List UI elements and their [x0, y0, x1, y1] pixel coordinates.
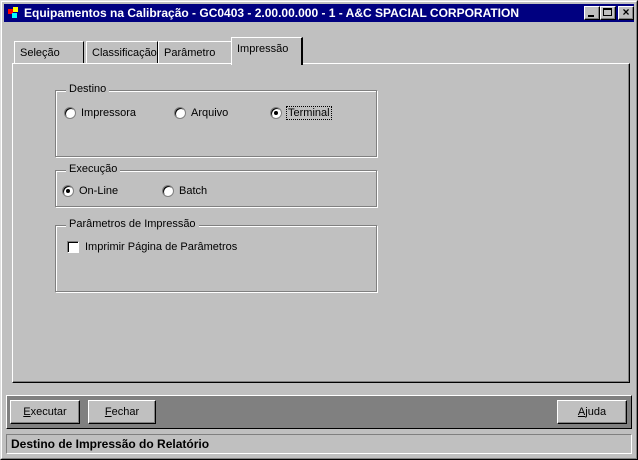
button-label: echar	[111, 406, 140, 418]
minimize-icon	[588, 15, 594, 17]
parametros-label: Parâmetros de Impressão	[66, 218, 199, 230]
tab-impressao[interactable]: Impressão	[231, 37, 303, 65]
tab-parametro[interactable]: Parâmetro	[158, 41, 233, 63]
radio-label: On-Line	[79, 185, 119, 197]
tab-classificacao[interactable]: Classificação	[86, 41, 158, 63]
imprimir-parametros-checkbox[interactable]: Imprimir Página de Parâmetros	[67, 241, 237, 253]
checkbox-box	[67, 241, 79, 253]
radio-circle	[270, 107, 282, 119]
maximize-button[interactable]	[600, 6, 616, 20]
radio-circle	[62, 185, 74, 197]
mnemonic: F	[104, 406, 112, 418]
radio-selected-dot	[274, 111, 278, 115]
radio-impressora[interactable]: Impressora	[64, 107, 136, 119]
radio-label: Arquivo	[191, 107, 229, 119]
radio-terminal[interactable]: Terminal	[270, 106, 332, 120]
radio-label: Batch	[179, 185, 208, 197]
status-bar: Destino de Impressão do Relatório	[6, 434, 632, 454]
button-label: juda	[585, 406, 607, 418]
radio-label: Impressora	[81, 107, 137, 119]
tab-panel-impressao: Destino Impressora Arquivo Terminal Exec…	[12, 63, 630, 383]
tab-label: Impressão	[237, 43, 289, 55]
maximize-icon	[603, 8, 612, 16]
radio-batch[interactable]: Batch	[162, 185, 207, 197]
status-text: Destino de Impressão do Relatório	[11, 437, 210, 451]
close-button[interactable]: ×	[618, 5, 634, 20]
app-icon[interactable]	[7, 6, 21, 20]
parametros-group: Parâmetros de Impressão Imprimir Página …	[55, 218, 377, 292]
tab-selecao[interactable]: Seleção	[14, 41, 84, 63]
radio-selected-dot	[66, 189, 70, 193]
fechar-button[interactable]: Fechar	[88, 400, 156, 424]
radio-label: Terminal	[286, 106, 332, 120]
radio-arquivo[interactable]: Arquivo	[174, 107, 228, 119]
minimize-button[interactable]	[584, 6, 600, 20]
title-bar[interactable]: Equipamentos na Calibração - GC0403 - 2.…	[4, 4, 634, 22]
radio-circle	[162, 185, 174, 197]
button-label: xecutar	[30, 406, 67, 418]
radio-circle	[174, 107, 186, 119]
ajuda-button[interactable]: Ajuda	[557, 400, 627, 424]
executar-button[interactable]: Executar	[10, 400, 80, 424]
mnemonic: E	[23, 406, 31, 418]
radio-circle	[64, 107, 76, 119]
window-title: Equipamentos na Calibração - GC0403 - 2.…	[24, 6, 520, 20]
tab-label: Parâmetro	[164, 47, 216, 59]
tab-label: Seleção	[20, 47, 60, 59]
close-icon: ×	[622, 5, 630, 19]
checkbox-label: Imprimir Página de Parâmetros	[85, 241, 238, 253]
main-window: Equipamentos na Calibração - GC0403 - 2.…	[0, 0, 638, 460]
execucao-group: Execução On-Line Batch	[55, 163, 377, 207]
execucao-label: Execução	[66, 163, 121, 175]
destino-label: Destino	[66, 83, 110, 95]
button-bar: Executar Fechar Ajuda	[6, 395, 632, 429]
destino-group: Destino Impressora Arquivo Terminal	[55, 83, 377, 157]
tab-label: Classificação	[92, 47, 157, 59]
radio-on-line[interactable]: On-Line	[62, 185, 118, 197]
